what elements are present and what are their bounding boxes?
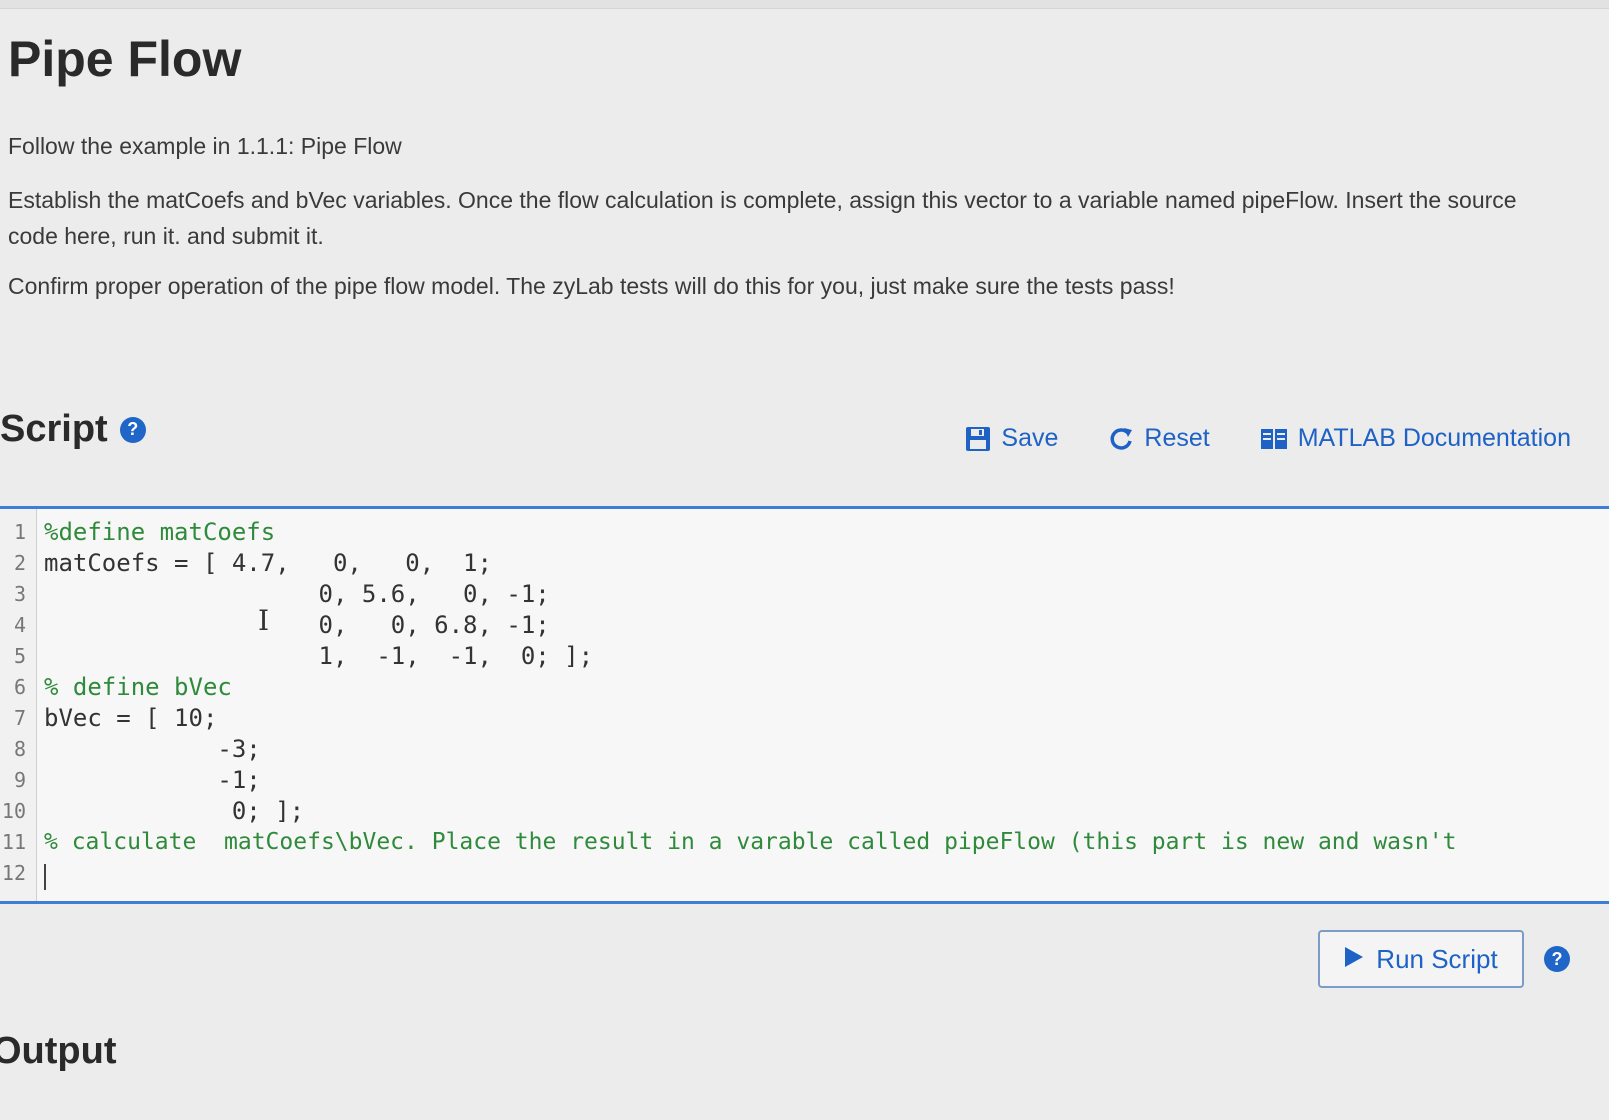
line-number: 11 xyxy=(1,830,26,854)
code-line: bVec = [ 10; xyxy=(44,704,218,732)
save-icon xyxy=(965,426,991,452)
code-line: -1; xyxy=(44,766,261,794)
reset-icon xyxy=(1108,426,1134,452)
save-button[interactable]: Save xyxy=(965,424,1058,453)
text-caret xyxy=(44,864,46,890)
code-line: -3; xyxy=(44,735,261,763)
top-divider xyxy=(0,0,1609,9)
mouse-ibeam-icon: I xyxy=(258,604,270,637)
line-number: 3 xyxy=(13,582,26,606)
output-title: Output xyxy=(0,1030,117,1072)
line-number: 2 xyxy=(13,551,26,575)
help-icon[interactable]: ? xyxy=(119,416,146,443)
run-script-button[interactable]: Run Script xyxy=(1318,930,1524,988)
line-number: 12 xyxy=(1,861,26,885)
line-number: 5 xyxy=(13,644,26,668)
save-label: Save xyxy=(1001,424,1059,452)
script-title: Script xyxy=(0,408,108,450)
line-number: 10 xyxy=(1,799,26,823)
code-line: 0, 0, 6.8, -1; xyxy=(44,611,550,639)
line-number: 1 xyxy=(13,520,26,544)
line-number: 7 xyxy=(13,706,26,730)
script-heading: Script ? xyxy=(0,408,146,451)
run-help-icon[interactable]: ? xyxy=(1544,946,1570,972)
code-line: matCoefs = [ 4.7, 0, 0, 1; xyxy=(44,549,492,577)
script-toolbar: Save Reset MATLAB Documentation xyxy=(965,424,1571,453)
code-line: 0, 5.6, 0, -1; xyxy=(44,580,550,608)
page-title: Pipe Flow xyxy=(8,31,242,87)
code-line: %define matCoefs xyxy=(44,518,276,546)
instruction-text-3: Confirm proper operation of the pipe flo… xyxy=(8,273,1175,299)
line-number-gutter: 1 2 3 4 5 6 7 8 9 10 11 12 xyxy=(0,509,37,901)
matlab-documentation-link[interactable]: MATLAB Documentation xyxy=(1260,424,1571,453)
code-line: 1, -1, -1, 0; ]; xyxy=(44,642,594,670)
line-number: 4 xyxy=(13,613,26,637)
run-script-label: Run Script xyxy=(1376,943,1498,974)
line-number: 6 xyxy=(13,675,26,699)
book-icon xyxy=(1260,427,1288,451)
line-number: 9 xyxy=(13,768,26,792)
line-number: 8 xyxy=(13,737,26,761)
code-line: % define bVec xyxy=(44,673,232,701)
reset-button[interactable]: Reset xyxy=(1108,424,1210,453)
instruction-text-2: Establish the matCoefs and bVec variable… xyxy=(8,187,1517,249)
play-icon xyxy=(1344,944,1364,975)
code-line: 0; ]; xyxy=(44,797,305,825)
instruction-text-1: Follow the example in 1.1.1: Pipe Flow xyxy=(8,133,402,159)
code-editor[interactable]: 1 2 3 4 5 6 7 8 9 10 11 12 %define matCo… xyxy=(0,506,1609,904)
code-line: % calculate matCoefs\bVec. Place the res… xyxy=(44,829,1457,855)
reset-label: Reset xyxy=(1144,424,1210,452)
docs-label: MATLAB Documentation xyxy=(1297,424,1571,452)
